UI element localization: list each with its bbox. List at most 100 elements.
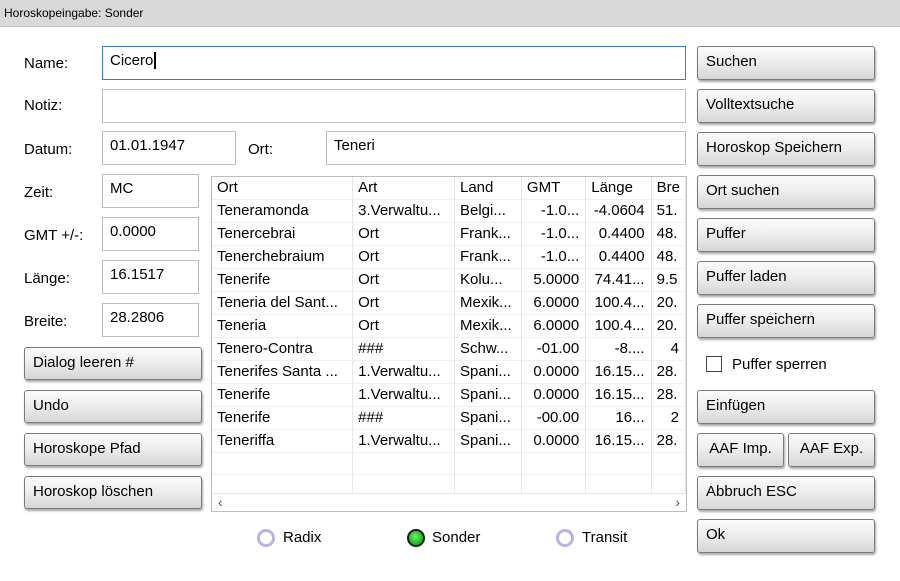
radio-radix[interactable] [257, 529, 275, 547]
cell-ort: Tenerifes Santa ... [212, 360, 354, 384]
cell-art: 1.Verwaltu... [352, 360, 455, 384]
cell-laenge: 100.4... [585, 314, 652, 338]
datum-input[interactable]: 01.01.1947 [102, 131, 236, 165]
cell-art: 3.Verwaltu... [352, 199, 455, 223]
cell-art: ### [352, 337, 455, 361]
cell-laenge: 16.15... [585, 360, 652, 384]
gmt-input[interactable]: 0.0000 [102, 217, 199, 251]
radio-transit[interactable] [556, 529, 574, 547]
cell-gmt: 6.0000 [521, 314, 587, 338]
cell-ort: Tenerife [212, 383, 354, 407]
cell-breite: 51. [651, 199, 686, 223]
ort-suchen-button[interactable]: Ort suchen [697, 175, 875, 209]
table-row[interactable]: Teneramonda 3.Verwaltu... Belgi... -1.0... -… [212, 199, 686, 223]
cell-gmt: 0.0000 [521, 429, 587, 453]
cell-laenge: 100.4... [585, 291, 652, 315]
horoskop-loeschen-button[interactable]: Horoskop löschen [24, 476, 202, 509]
name-input-value: Cicero [110, 52, 154, 69]
text-caret [154, 52, 157, 69]
cell-laenge: 16... [585, 406, 652, 430]
results-table: Ort Art Land GMT Länge Bre Teneramonda 3.… [212, 177, 686, 498]
breite-input-value: 28.2806 [110, 309, 165, 326]
cell-land: Spani... [454, 406, 522, 430]
cell-gmt: 0.0000 [521, 360, 587, 384]
table-header-row: Ort Art Land GMT Länge Bre [212, 177, 686, 200]
cell-gmt: 5.0000 [521, 268, 587, 292]
cell-breite: 28. [651, 360, 686, 384]
table-row[interactable]: Teneria del Sant... Ort Mexik... 6.0000 100.… [212, 291, 686, 315]
window-title: Horoskopeingabe: Sonder [4, 6, 144, 20]
column-header-land[interactable]: Land [454, 177, 522, 200]
horoskop-speichern-button[interactable]: Horoskop Speichern [697, 132, 875, 166]
puffer-sperren-label[interactable]: Puffer sperren [732, 356, 827, 374]
aaf-import-button[interactable]: AAF Imp. [697, 433, 784, 467]
cell-gmt: -1.0... [521, 222, 587, 246]
column-header-breite[interactable]: Bre [651, 177, 686, 200]
cell-land: Mexik... [454, 314, 522, 338]
einfuegen-button[interactable]: Einfügen [697, 390, 875, 424]
ort-input-value: Teneri [334, 137, 375, 154]
cell-ort: Tenercebrai [212, 222, 354, 246]
table-row[interactable]: Tenero-Contra ### Schw... -01.00 -8.... 4 [212, 337, 686, 361]
dialog-leeren-button[interactable]: Dialog leeren # [24, 347, 202, 380]
cell-breite: 48. [651, 222, 686, 246]
table-row[interactable]: Tenerife 1.Verwaltu... Spani... 0.0000 16.15… [212, 383, 686, 407]
puffer-speichern-button[interactable]: Puffer speichern [697, 304, 875, 338]
table-row[interactable]: Teneriffa 1.Verwaltu... Spani... 0.0000 16.1… [212, 429, 686, 453]
cell-art: 1.Verwaltu... [352, 383, 455, 407]
cell-land: Frank... [454, 222, 522, 246]
breite-input[interactable]: 28.2806 [102, 303, 199, 337]
column-header-ort[interactable]: Ort [212, 177, 354, 200]
breite-label: Breite: [24, 313, 68, 330]
table-row[interactable]: Tenerifes Santa ... 1.Verwaltu... Spani...… [212, 360, 686, 384]
aaf-export-button[interactable]: AAF Exp. [788, 433, 875, 467]
cell-laenge: 16.15... [585, 429, 652, 453]
radio-transit-label[interactable]: Transit [582, 529, 627, 547]
puffer-button[interactable]: Puffer [697, 218, 875, 252]
cell-art: Ort [352, 268, 455, 292]
cell-land: Spani... [454, 429, 522, 453]
ok-button[interactable]: Ok [697, 519, 875, 553]
cell-laenge: 74.41... [585, 268, 652, 292]
suchen-button[interactable]: Suchen [697, 46, 875, 80]
undo-button[interactable]: Undo [24, 390, 202, 423]
name-input[interactable]: Cicero [102, 46, 686, 80]
cell-art: Ort [352, 245, 455, 269]
cell-land: Frank... [454, 245, 522, 269]
cell-ort: Tenero-Contra [212, 337, 354, 361]
column-header-laenge[interactable]: Länge [585, 177, 652, 200]
puffer-sperren-checkbox[interactable] [706, 356, 722, 372]
cell-art: Ort [352, 222, 455, 246]
radio-sonder[interactable] [407, 529, 425, 547]
column-header-art[interactable]: Art [352, 177, 455, 200]
laenge-input[interactable]: 16.1517 [102, 260, 199, 294]
table-row[interactable]: Tenercebrai Ort Frank... -1.0... 0.4400 48. [212, 222, 686, 246]
cell-art: ### [352, 406, 455, 430]
radio-radix-label[interactable]: Radix [283, 529, 321, 547]
cell-land: Spani... [454, 360, 522, 384]
radio-sonder-label[interactable]: Sonder [432, 529, 480, 547]
table-row[interactable]: Teneria Ort Mexik... 6.0000 100.4... 20. [212, 314, 686, 338]
zeit-input[interactable]: MC [102, 174, 199, 208]
abbruch-button[interactable]: Abbruch ESC [697, 476, 875, 510]
volltextsuche-button[interactable]: Volltextsuche [697, 89, 875, 123]
location-results-table[interactable]: Ort Art Land GMT Länge Bre Teneramonda 3.… [211, 176, 687, 512]
cell-breite: 20. [651, 314, 686, 338]
table-row [212, 452, 686, 476]
ort-input[interactable]: Teneri [326, 131, 686, 165]
table-row[interactable]: Tenerife ### Spani... -00.00 16... 2 [212, 406, 686, 430]
scroll-right-icon[interactable]: › [675, 494, 680, 511]
cell-ort: Teneria [212, 314, 354, 338]
horizontal-scrollbar[interactable]: ‹ › [212, 493, 686, 511]
horoskope-pfad-button[interactable]: Horoskope Pfad [24, 433, 202, 466]
table-row[interactable]: Tenerchebraium Ort Frank... -1.0... 0.4400 48… [212, 245, 686, 269]
puffer-laden-button[interactable]: Puffer laden [697, 261, 875, 295]
cell-ort: Tenerchebraium [212, 245, 354, 269]
cell-ort: Tenerife [212, 406, 354, 430]
column-header-gmt[interactable]: GMT [521, 177, 587, 200]
cell-ort: Teneriffa [212, 429, 354, 453]
table-row[interactable]: Tenerife Ort Kolu... 5.0000 74.41... 9.5 [212, 268, 686, 292]
cell-gmt: -1.0... [521, 245, 587, 269]
notiz-input[interactable] [102, 89, 686, 123]
scroll-left-icon[interactable]: ‹ [218, 494, 223, 511]
